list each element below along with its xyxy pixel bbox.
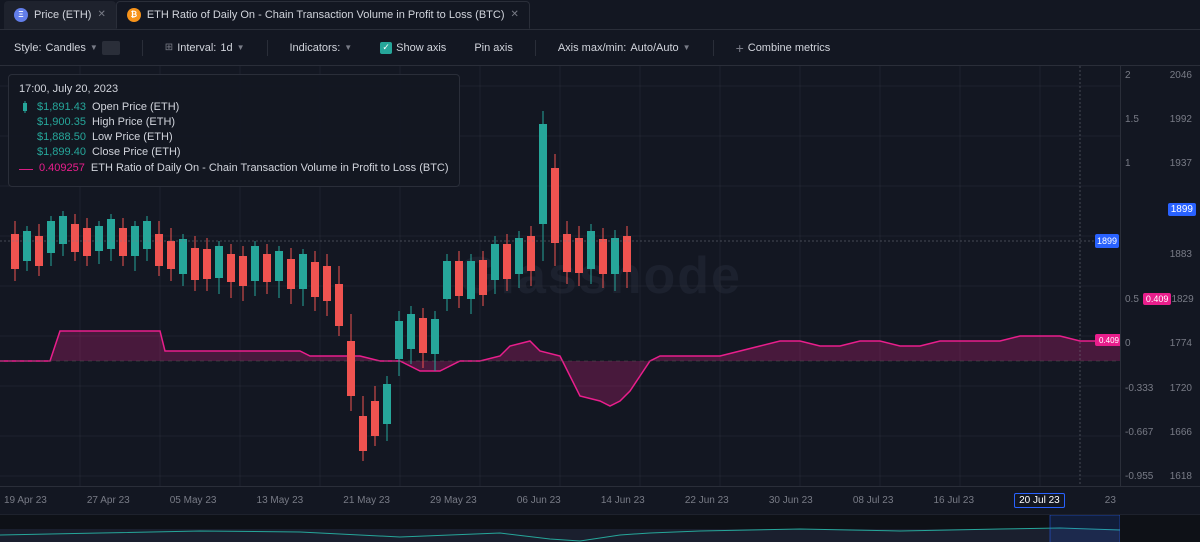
tab-ratio-btc-close[interactable]: ✕ xyxy=(510,9,518,20)
tooltip-ratio-label: ETH Ratio of Daily On - Chain Transactio… xyxy=(91,162,449,174)
y-label-price-1883: 1883 xyxy=(1170,249,1196,260)
x-label-may13: 13 May 23 xyxy=(257,495,304,506)
y-label-price-1618: 1618 xyxy=(1170,471,1196,482)
tooltip-row-close: $1,899.40 Close Price (ETH) xyxy=(19,146,449,158)
x-label-apr27: 27 Apr 23 xyxy=(87,495,130,506)
y-label-ratio-1: 1 xyxy=(1125,158,1135,169)
y-label-ratio-neg667: -0.667 xyxy=(1125,427,1157,438)
axis-maxmin-label: Axis max/min: xyxy=(558,42,626,54)
tooltip-open-label: Open Price (ETH) xyxy=(92,101,179,113)
y-label-ratio-1.5: 1.5 xyxy=(1125,114,1143,125)
tab-price-eth-close[interactable]: ✕ xyxy=(97,9,105,20)
x-label-jul20-highlighted: 20 Jul 23 xyxy=(1014,493,1065,508)
x-label-may29: 29 May 23 xyxy=(430,495,477,506)
x-label-jul16: 16 Jul 23 xyxy=(933,495,974,506)
axis-maxmin-chevron: ▼ xyxy=(683,43,691,52)
x-label-apr19: 19 Apr 23 xyxy=(4,495,47,506)
y-axis-right: 2 2046 1.5 1992 1 1937 1899 1883 0.5 0.4… xyxy=(1120,66,1200,486)
separator-1 xyxy=(142,40,143,56)
tooltip-candle-icon xyxy=(19,101,31,113)
separator-3 xyxy=(535,40,536,56)
y-label-price-2046: 2046 xyxy=(1170,70,1196,81)
btc-icon: ₿ xyxy=(127,8,141,22)
interval-value: 1d xyxy=(220,42,232,54)
tab-bar: Ξ Price (ETH) ✕ ₿ ETH Ratio of Daily On … xyxy=(0,0,1200,30)
y-label-price-1774: 1774 xyxy=(1170,338,1196,349)
tooltip-low-label: Low Price (ETH) xyxy=(92,131,173,143)
tooltip-close-label: Close Price (ETH) xyxy=(92,146,181,158)
tooltip-dash-icon: — xyxy=(19,161,33,175)
y-label-price-1720: 1720 xyxy=(1170,383,1196,394)
y-label-ratio-neg333: -0.333 xyxy=(1125,383,1157,394)
interval-label: Interval: xyxy=(177,42,216,54)
show-axis-checkbox[interactable]: ✓ xyxy=(380,42,392,54)
x-label-jun22: 22 Jun 23 xyxy=(685,495,729,506)
mini-chart-svg xyxy=(0,515,1120,542)
x-axis: 19 Apr 23 27 Apr 23 05 May 23 13 May 23 … xyxy=(0,486,1200,514)
x-axis-labels: 19 Apr 23 27 Apr 23 05 May 23 13 May 23 … xyxy=(0,493,1120,508)
style-chevron: ▼ xyxy=(90,43,98,52)
tooltip-row-open: $1,891.43 Open Price (ETH) xyxy=(19,101,449,113)
plus-icon: + xyxy=(736,40,744,56)
interval-control[interactable]: ⊞ Interval: 1d ▼ xyxy=(159,40,251,56)
tab-ratio-btc-label: ETH Ratio of Daily On - Chain Transactio… xyxy=(147,9,505,21)
tooltip-open-value: $1,891.43 xyxy=(37,101,86,113)
tab-price-eth[interactable]: Ξ Price (ETH) ✕ xyxy=(4,1,116,29)
x-label-may21: 21 May 23 xyxy=(343,495,390,506)
x-label-jun14: 14 Jun 23 xyxy=(601,495,645,506)
tooltip: 17:00, July 20, 2023 $1,891.43 Open Pric… xyxy=(8,74,460,187)
y-label-price-1666: 1666 xyxy=(1170,427,1196,438)
toolbar: Style: Candles ▼ ⊞ Interval: 1d ▼ Indica… xyxy=(0,30,1200,66)
tooltip-date: 17:00, July 20, 2023 xyxy=(19,83,449,95)
pin-axis-label: Pin axis xyxy=(474,42,513,54)
tooltip-row-ratio: — 0.409257 ETH Ratio of Daily On - Chain… xyxy=(19,161,449,175)
tooltip-ratio-value: 0.409257 xyxy=(39,162,85,174)
y-label-price-1937: 1937 xyxy=(1170,158,1196,169)
separator-4 xyxy=(713,40,714,56)
tooltip-high-value: $1,900.35 xyxy=(37,116,86,128)
y-label-price-highlighted: 1899 xyxy=(1168,203,1196,216)
y-label-price-1992: 1992 xyxy=(1170,114,1196,125)
tooltip-close-value: $1,899.40 xyxy=(37,146,86,158)
tooltip-low-value: $1,888.50 xyxy=(37,131,86,143)
style-value: Candles xyxy=(46,42,86,54)
axis-maxmin-control[interactable]: Axis max/min: Auto/Auto ▼ xyxy=(552,40,697,56)
x-label-23: 23 xyxy=(1105,495,1116,506)
interval-icon: ⊞ xyxy=(165,42,173,53)
style-icon xyxy=(102,41,120,55)
y-label-ratio-0: 0 xyxy=(1125,338,1135,349)
axis-maxmin-value: Auto/Auto xyxy=(630,42,678,54)
style-label: Style: xyxy=(14,42,42,54)
style-control[interactable]: Style: Candles ▼ xyxy=(8,39,126,57)
tab-ratio-btc[interactable]: ₿ ETH Ratio of Daily On - Chain Transact… xyxy=(116,1,530,29)
y-label-ratio-2: 2 xyxy=(1125,70,1135,81)
x-label-jun30: 30 Jun 23 xyxy=(769,495,813,506)
chart-area: Glassnode xyxy=(0,66,1200,486)
tab-price-eth-label: Price (ETH) xyxy=(34,9,91,21)
x-label-may05: 05 May 23 xyxy=(170,495,217,506)
interval-chevron: ▼ xyxy=(237,43,245,52)
eth-icon: Ξ xyxy=(14,8,28,22)
y-label-ratio-highlighted: 0.409 xyxy=(1143,293,1172,305)
mini-chart xyxy=(0,514,1200,542)
combine-metrics-label: Combine metrics xyxy=(748,42,831,54)
x-label-jun06: 06 Jun 23 xyxy=(517,495,561,506)
show-axis-label: Show axis xyxy=(396,42,446,54)
tooltip-row-high: $1,900.35 High Price (ETH) xyxy=(19,116,449,128)
indicators-chevron: ▼ xyxy=(344,43,352,52)
tooltip-high-label: High Price (ETH) xyxy=(92,116,175,128)
y-label-ratio-0.5: 0.5 xyxy=(1125,294,1143,305)
svg-text:0.409: 0.409 xyxy=(1099,336,1120,345)
x-label-jul08: 08 Jul 23 xyxy=(853,495,894,506)
show-axis-control[interactable]: ✓ Show axis xyxy=(374,40,452,56)
indicators-control[interactable]: Indicators: ▼ xyxy=(284,40,359,56)
y-label-ratio-neg955: -0.955 xyxy=(1125,471,1157,482)
svg-text:1899: 1899 xyxy=(1097,236,1117,246)
separator-2 xyxy=(267,40,268,56)
tooltip-row-low: $1,888.50 Low Price (ETH) xyxy=(19,131,449,143)
combine-metrics-control[interactable]: + Combine metrics xyxy=(730,38,837,58)
pin-axis-control[interactable]: Pin axis xyxy=(468,40,519,56)
y-label-price-1829: 1829 xyxy=(1171,294,1197,305)
indicators-label: Indicators: xyxy=(290,42,341,54)
